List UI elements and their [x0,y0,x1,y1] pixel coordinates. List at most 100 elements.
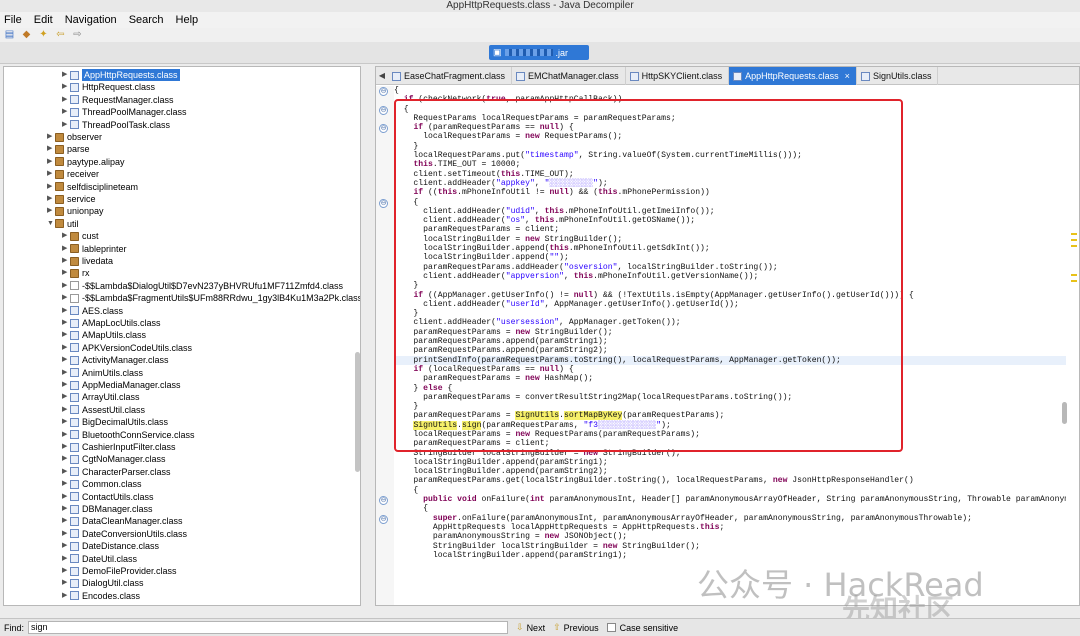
collapsed-arrow-icon[interactable]: ▶ [62,267,70,279]
case-sensitive-option[interactable]: Case sensitive [606,623,678,633]
tab-apphttprequests[interactable]: AppHttpRequests.class × [729,67,857,85]
collapsed-arrow-icon[interactable]: ▶ [62,342,70,354]
tree-item[interactable]: ▶ DateConversionUtils.class [62,528,187,540]
tree-item[interactable]: ▶ AnimUtils.class [62,367,143,379]
collapsed-arrow-icon[interactable]: ▶ [62,106,70,118]
collapsed-arrow-icon[interactable]: ▶ [62,416,70,428]
tree-item[interactable]: ▶ CgtNoManager.class [62,453,166,465]
tree-item[interactable]: ▶ AMapUtils.class [62,329,146,341]
collapsed-arrow-icon[interactable]: ▶ [62,243,70,255]
tree-item[interactable]: ▶ receiver [47,168,99,180]
collapsed-arrow-icon[interactable]: ▶ [62,429,70,441]
collapsed-arrow-icon[interactable]: ▶ [62,81,70,93]
jar-tab[interactable]: ▣ .jar [489,45,589,60]
collapsed-arrow-icon[interactable]: ▶ [62,391,70,403]
tree-item[interactable]: ▶ AppHttpRequests.class [62,69,180,81]
collapsed-arrow-icon[interactable]: ▶ [47,143,55,155]
tree-item[interactable]: ▶ DateDistance.class [62,540,159,552]
menu-search[interactable]: Search [129,14,164,26]
collapsed-arrow-icon[interactable]: ▶ [62,491,70,503]
collapsed-arrow-icon[interactable]: ▶ [62,503,70,515]
search-marker[interactable] [1071,280,1077,282]
fold-toggle-icon[interactable]: ⊖ [379,198,388,208]
tree-item[interactable]: ▶ HttpRequest.class [62,81,155,93]
tree-item[interactable]: ▶ observer [47,131,102,143]
collapsed-arrow-icon[interactable]: ▶ [62,540,70,552]
fold-toggle-icon[interactable]: ⊖ [379,496,388,506]
open-file-icon[interactable]: ▤ [4,30,15,40]
collapsed-arrow-icon[interactable]: ▶ [62,528,70,540]
decompiled-source[interactable]: { if (checkNetwork(true, paramAppHttpCal… [394,86,1066,605]
tree-item[interactable]: ▶ CharacterParser.class [62,466,171,478]
fold-toggle-icon[interactable]: ⊖ [379,105,388,115]
collapsed-arrow-icon[interactable]: ▶ [62,317,70,329]
collapsed-arrow-icon[interactable]: ▶ [62,515,70,527]
tree-item[interactable]: ▶ DateUtil.class [62,553,137,565]
collapsed-arrow-icon[interactable]: ▶ [62,466,70,478]
tree-item[interactable]: ▶ AMapLocUtils.class [62,317,161,329]
collapsed-arrow-icon[interactable]: ▶ [62,367,70,379]
tree-item[interactable]: ▶ lableprinter [62,243,127,255]
forward-arrow-icon[interactable]: ⇨ [72,30,83,40]
tree-item[interactable]: ▶ BluetoothConnService.class [62,429,195,441]
tab-emchatmanager[interactable]: EMChatManager.class [512,67,626,85]
collapsed-arrow-icon[interactable]: ▶ [62,255,70,267]
tree-item[interactable]: ▶ ArrayUtil.class [62,391,140,403]
tree-item[interactable]: ▶ AES.class [62,305,123,317]
package-tree[interactable]: ▶ AppHttpRequests.class ▶ HttpRequest.class… [3,66,361,606]
collapsed-arrow-icon[interactable]: ▶ [62,453,70,465]
collapsed-arrow-icon[interactable]: ▶ [62,305,70,317]
collapsed-arrow-icon[interactable]: ▶ [62,230,70,242]
tree-item[interactable]: ▶ selfdisciplineteam [47,181,138,193]
tree-item[interactable]: ▶ ThreadPoolManager.class [62,106,187,118]
menu-navigation[interactable]: Navigation [65,14,117,26]
tab-easechatfragment[interactable]: EaseChatFragment.class [388,67,513,85]
collapsed-arrow-icon[interactable]: ▶ [62,354,70,366]
search-icon[interactable]: ✦ [38,30,49,40]
tree-item[interactable]: ▶ livedata [62,255,113,267]
collapsed-arrow-icon[interactable]: ▶ [47,156,55,168]
tree-item[interactable]: ▶ DBManager.class [62,503,153,515]
collapsed-arrow-icon[interactable]: ▶ [47,205,55,217]
collapsed-arrow-icon[interactable]: ▶ [62,280,70,292]
fold-toggle-icon[interactable]: ⊖ [379,514,388,524]
tree-item[interactable]: ▶ Encodes.class [62,590,140,602]
tree-item[interactable]: ▼ util [47,218,79,230]
collapsed-arrow-icon[interactable]: ▶ [62,478,70,490]
tree-item[interactable]: ▶ Common.class [62,478,142,490]
collapsed-arrow-icon[interactable]: ▶ [62,404,70,416]
case-sensitive-checkbox[interactable] [606,623,616,632]
search-marker[interactable] [1071,245,1077,247]
collapsed-arrow-icon[interactable]: ▶ [62,329,70,341]
menu-edit[interactable]: Edit [34,14,53,26]
editor-scrollbar-thumb[interactable] [1062,402,1067,424]
collapsed-arrow-icon[interactable]: ▶ [62,441,70,453]
collapsed-arrow-icon[interactable]: ▶ [47,168,55,180]
collapsed-arrow-icon[interactable]: ▶ [62,590,70,602]
back-arrow-icon[interactable]: ⇦ [55,30,66,40]
collapsed-arrow-icon[interactable]: ▶ [62,553,70,565]
tree-item[interactable]: ▶ AppMediaManager.class [62,379,181,391]
tree-item[interactable]: ▶ ThreadPoolTask.class [62,119,170,131]
collapsed-arrow-icon[interactable]: ▶ [62,292,70,304]
collapsed-arrow-icon[interactable]: ▶ [62,379,70,391]
tree-item[interactable]: ▶ parse [47,143,90,155]
menu-file[interactable]: File [4,14,22,26]
tree-item[interactable]: ▶ paytype.alipay [47,156,125,168]
tree-item[interactable]: ▶ -$$Lambda$FragmentUtils$UFm88RRdwu_1gy3… [62,292,360,304]
tab-httpskyclient[interactable]: HttpSKYClient.class [626,67,730,85]
tab-signutils[interactable]: SignUtils.class [857,67,939,85]
tree-item[interactable]: ▶ unionpay [47,205,104,217]
tree-item[interactable]: ▶ DialogUtil.class [62,577,144,589]
collapsed-arrow-icon[interactable]: ▶ [47,181,55,193]
tree-item[interactable]: ▶ ActivityManager.class [62,354,169,366]
tree-item[interactable]: ▶ DataCleanManager.class [62,515,183,527]
tree-item[interactable]: ▶ rx [62,267,90,279]
find-previous-button[interactable]: ⇧ Previous [553,622,599,633]
tree-item[interactable]: ▶ AssestUtil.class [62,404,145,416]
find-input[interactable]: sign [28,621,509,634]
tree-item[interactable]: ▶ DemoFileProvider.class [62,565,177,577]
collapsed-arrow-icon[interactable]: ▶ [62,69,70,81]
collapsed-arrow-icon[interactable]: ▶ [62,577,70,589]
tree-item[interactable]: ▶ RequestManager.class [62,94,174,106]
